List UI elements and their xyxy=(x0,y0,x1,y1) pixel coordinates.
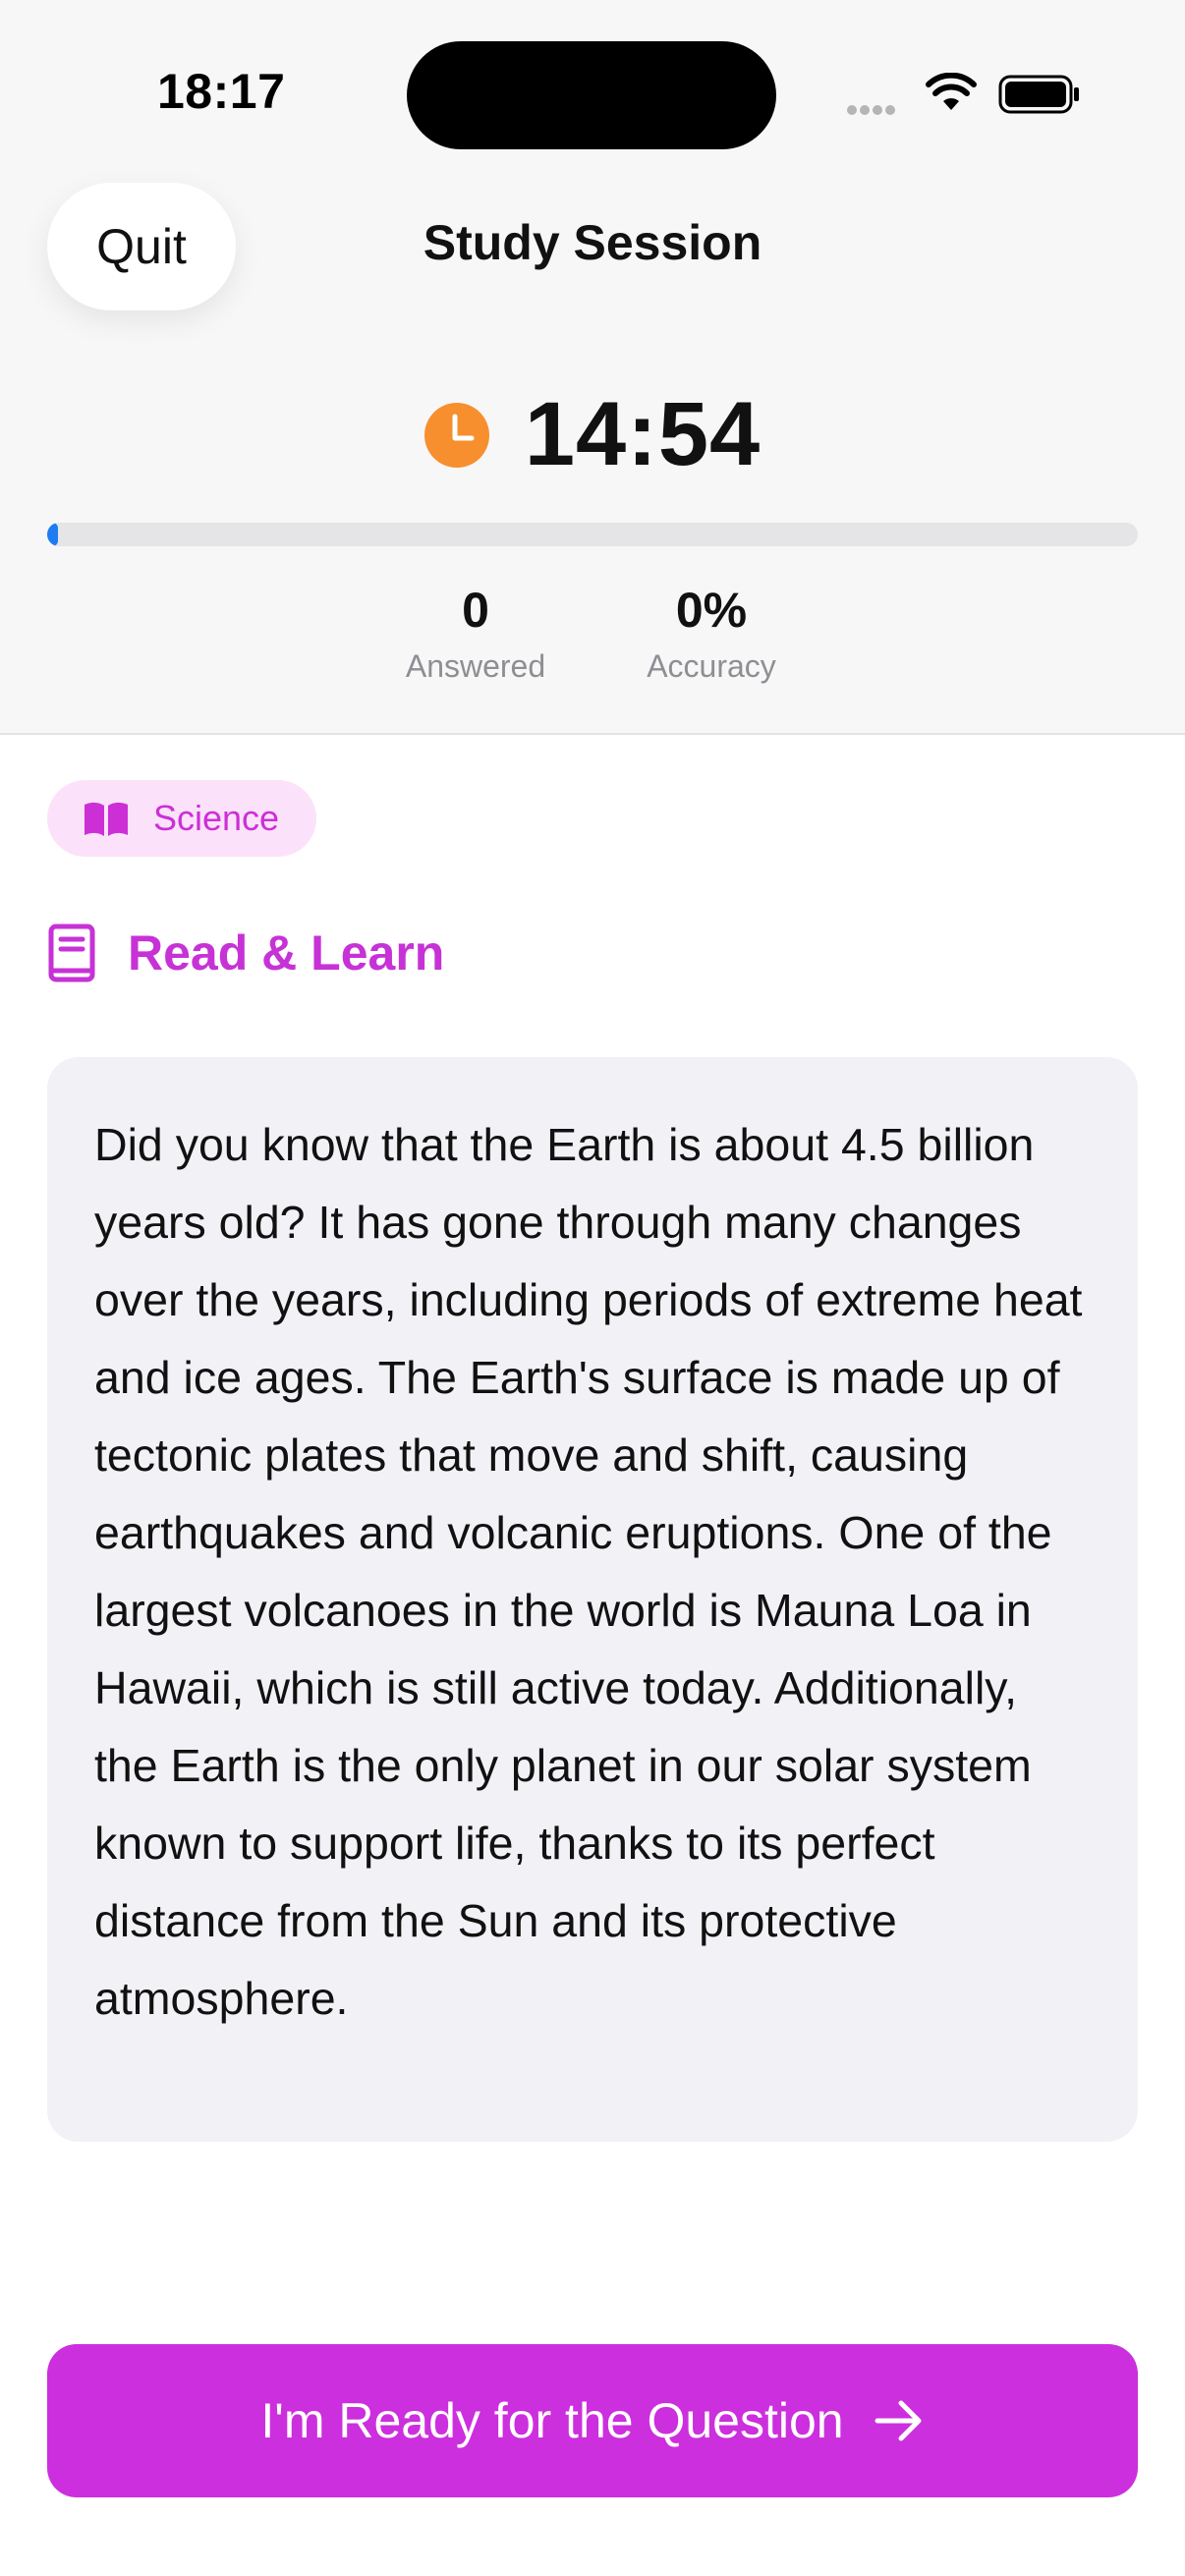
accuracy-value: 0% xyxy=(675,583,748,638)
answered-count: 0 xyxy=(462,583,489,638)
book-icon xyxy=(48,924,95,982)
section-header: Read & Learn xyxy=(47,924,444,982)
subject-label: Science xyxy=(153,798,280,838)
session-timer: 14:54 xyxy=(0,383,1185,486)
ready-button-label: I'm Ready for the Question xyxy=(260,2393,844,2448)
session-progress-bar xyxy=(47,523,1138,546)
cellular-signal-icon xyxy=(847,102,898,120)
page-title: Study Session xyxy=(423,215,762,270)
status-bar-time: 18:17 xyxy=(157,64,286,119)
accuracy-label: Accuracy xyxy=(647,648,776,684)
ready-for-question-button[interactable]: I'm Ready for the Question xyxy=(47,2344,1138,2497)
subject-badge: Science xyxy=(47,780,317,857)
open-book-icon xyxy=(85,802,128,836)
session-header-area: 18:17 Quit Study Session 14:54 0 Answere… xyxy=(0,0,1185,735)
dynamic-island xyxy=(407,41,776,149)
progress-fill xyxy=(47,523,59,546)
arrow-right-icon xyxy=(875,2400,922,2441)
reading-passage-card: Did you know that the Earth is about 4.5… xyxy=(47,1057,1138,2142)
clock-icon xyxy=(423,402,489,468)
reading-passage-text: Did you know that the Earth is about 4.5… xyxy=(94,1119,1083,2024)
wifi-icon xyxy=(926,73,977,110)
study-session-screen: 18:17 Quit Study Session 14:54 0 Answere… xyxy=(0,0,1185,2576)
timer-value: 14:54 xyxy=(524,384,762,484)
battery-icon xyxy=(998,75,1079,114)
accuracy-stat: 0% Accuracy xyxy=(613,582,810,685)
answered-stat: 0 Answered xyxy=(377,582,574,685)
answered-label: Answered xyxy=(405,648,546,684)
section-title: Read & Learn xyxy=(128,925,445,980)
